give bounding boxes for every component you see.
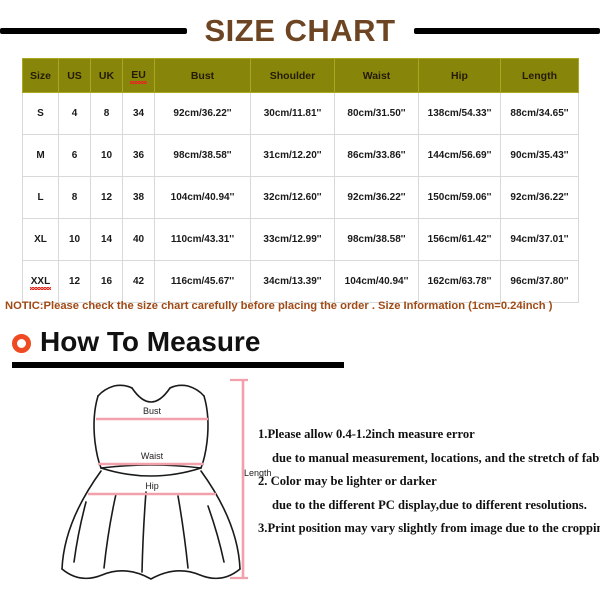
instruction-line: 1.Please allow 0.4-1.2inch measure error: [258, 427, 475, 441]
column-header-eu: EU: [122, 58, 155, 93]
table-row: XL 10 14 40 110cm/43.31'' 33cm/12.99'' 98cm/38…: [22, 218, 579, 261]
cell-eu: 38: [122, 176, 155, 219]
cell-size: M: [22, 134, 59, 177]
cell-uk: 14: [90, 218, 123, 261]
instruction-line: due to the different PC display,due to d…: [272, 497, 587, 512]
how-to-measure-rule: [12, 362, 344, 368]
cell-eu: 36: [122, 134, 155, 177]
cell-uk: 10: [90, 134, 123, 177]
cell-size: S: [22, 92, 59, 135]
cell-size: XL: [22, 218, 59, 261]
cell-size: XXL: [22, 260, 59, 303]
cell-shoulder: 34cm/13.39'': [250, 260, 335, 303]
cell-shoulder: 32cm/12.60'': [250, 176, 335, 219]
cell-bust: 110cm/43.31'': [154, 218, 251, 261]
cell-us: 12: [58, 260, 91, 303]
notice-text: NOTIC:Please check the size chart carefu…: [5, 300, 553, 312]
size-chart-page: SIZE CHART Size US UK EU Bust Shoulder Waist Hi…: [0, 0, 600, 600]
cell-eu: 42: [122, 260, 155, 303]
table-row: XXL 12 16 42 116cm/45.67'' 34cm/13.39'' 104cm/…: [22, 260, 579, 303]
cell-bust: 116cm/45.67'': [154, 260, 251, 303]
cell-waist: 98cm/38.58'': [334, 218, 419, 261]
hip-label: Hip: [145, 481, 159, 491]
cell-waist: 86cm/33.86'': [334, 134, 419, 177]
cell-hip: 162cm/63.78'': [418, 260, 501, 303]
how-to-measure-block: How To Measure: [12, 324, 344, 368]
bust-label: Bust: [143, 406, 162, 416]
cell-length: 88cm/34.65'': [500, 92, 579, 135]
table-header: Size US UK EU Bust Shoulder Waist Hip Length: [22, 58, 579, 93]
table-header-row: Size US UK EU Bust Shoulder Waist Hip Length: [22, 58, 579, 93]
column-header-us: US: [58, 58, 91, 93]
column-header-hip: Hip: [418, 58, 501, 93]
spellcheck-underline: EU: [130, 69, 147, 84]
column-header-bust: Bust: [154, 58, 251, 93]
cell-length: 90cm/35.43'': [500, 134, 579, 177]
column-header-shoulder: Shoulder: [250, 58, 335, 93]
dress-diagram: Bust Waist Hip Length: [58, 372, 272, 587]
instructions-list: 1.Please allow 0.4-1.2inch measure error…: [258, 427, 600, 546]
cell-waist: 92cm/36.22'': [334, 176, 419, 219]
cell-waist: 80cm/31.50'': [334, 92, 419, 135]
cell-hip: 156cm/61.42'': [418, 218, 501, 261]
cell-hip: 144cm/56.69'': [418, 134, 501, 177]
cell-hip: 150cm/59.06'': [418, 176, 501, 219]
page-title: SIZE CHART: [204, 13, 396, 48]
table-row: S 4 8 34 92cm/36.22'' 30cm/11.81'' 80cm/31.50'…: [22, 92, 579, 135]
table-body: S 4 8 34 92cm/36.22'' 30cm/11.81'' 80cm/31.50'…: [22, 92, 579, 303]
cell-bust: 104cm/40.94'': [154, 176, 251, 219]
cell-bust: 98cm/38.58'': [154, 134, 251, 177]
column-header-size: Size: [22, 58, 59, 93]
size-chart-table: Size US UK EU Bust Shoulder Waist Hip Length S48…: [22, 58, 579, 303]
measurement-lines: [88, 378, 248, 580]
column-header-length: Length: [500, 58, 579, 93]
instruction-line: due to manual measurement, locations, an…: [272, 450, 600, 465]
cell-us: 4: [58, 92, 91, 135]
cell-us: 8: [58, 176, 91, 219]
cell-shoulder: 31cm/12.20'': [250, 134, 335, 177]
table-row: L 8 12 38 104cm/40.94'' 32cm/12.60'' 92cm/36.2…: [22, 176, 579, 219]
cell-size: L: [22, 176, 59, 219]
cell-uk: 8: [90, 92, 123, 135]
cell-us: 6: [58, 134, 91, 177]
title-rule-left: [0, 28, 187, 34]
ring-icon: [12, 333, 31, 353]
chart-title-row: SIZE CHART: [0, 10, 600, 52]
instruction-line: 2. Color may be lighter or darker: [258, 474, 437, 489]
cell-length: 96cm/37.80'': [500, 260, 579, 303]
cell-us: 10: [58, 218, 91, 261]
cell-bust: 92cm/36.22'': [154, 92, 251, 135]
column-header-uk: UK: [90, 58, 123, 93]
dress-diagram-svg: Bust Waist Hip: [61, 378, 248, 580]
cell-shoulder: 33cm/12.99'': [250, 218, 335, 261]
table-row: M 6 10 36 98cm/38.58'' 31cm/12.20'' 86cm/33.86…: [22, 134, 579, 177]
cell-waist: 104cm/40.94'': [334, 260, 419, 303]
cell-hip: 138cm/54.33'': [418, 92, 501, 135]
cell-uk: 16: [90, 260, 123, 303]
how-to-measure-title: How To Measure: [40, 326, 261, 357]
cell-length: 92cm/36.22'': [500, 176, 579, 219]
waist-label: Waist: [141, 451, 164, 461]
cell-eu: 40: [122, 218, 155, 261]
instruction-line: 3.Print position may vary slightly from …: [258, 521, 600, 536]
column-header-waist: Waist: [334, 58, 419, 93]
cell-uk: 12: [90, 176, 123, 219]
cell-eu: 34: [122, 92, 155, 135]
spellcheck-underline: XXL: [29, 275, 52, 290]
cell-shoulder: 30cm/11.81'': [250, 92, 335, 135]
how-to-measure-heading: How To Measure: [12, 324, 344, 360]
cell-length: 94cm/37.01'': [500, 218, 579, 261]
title-rule-right: [413, 28, 600, 34]
